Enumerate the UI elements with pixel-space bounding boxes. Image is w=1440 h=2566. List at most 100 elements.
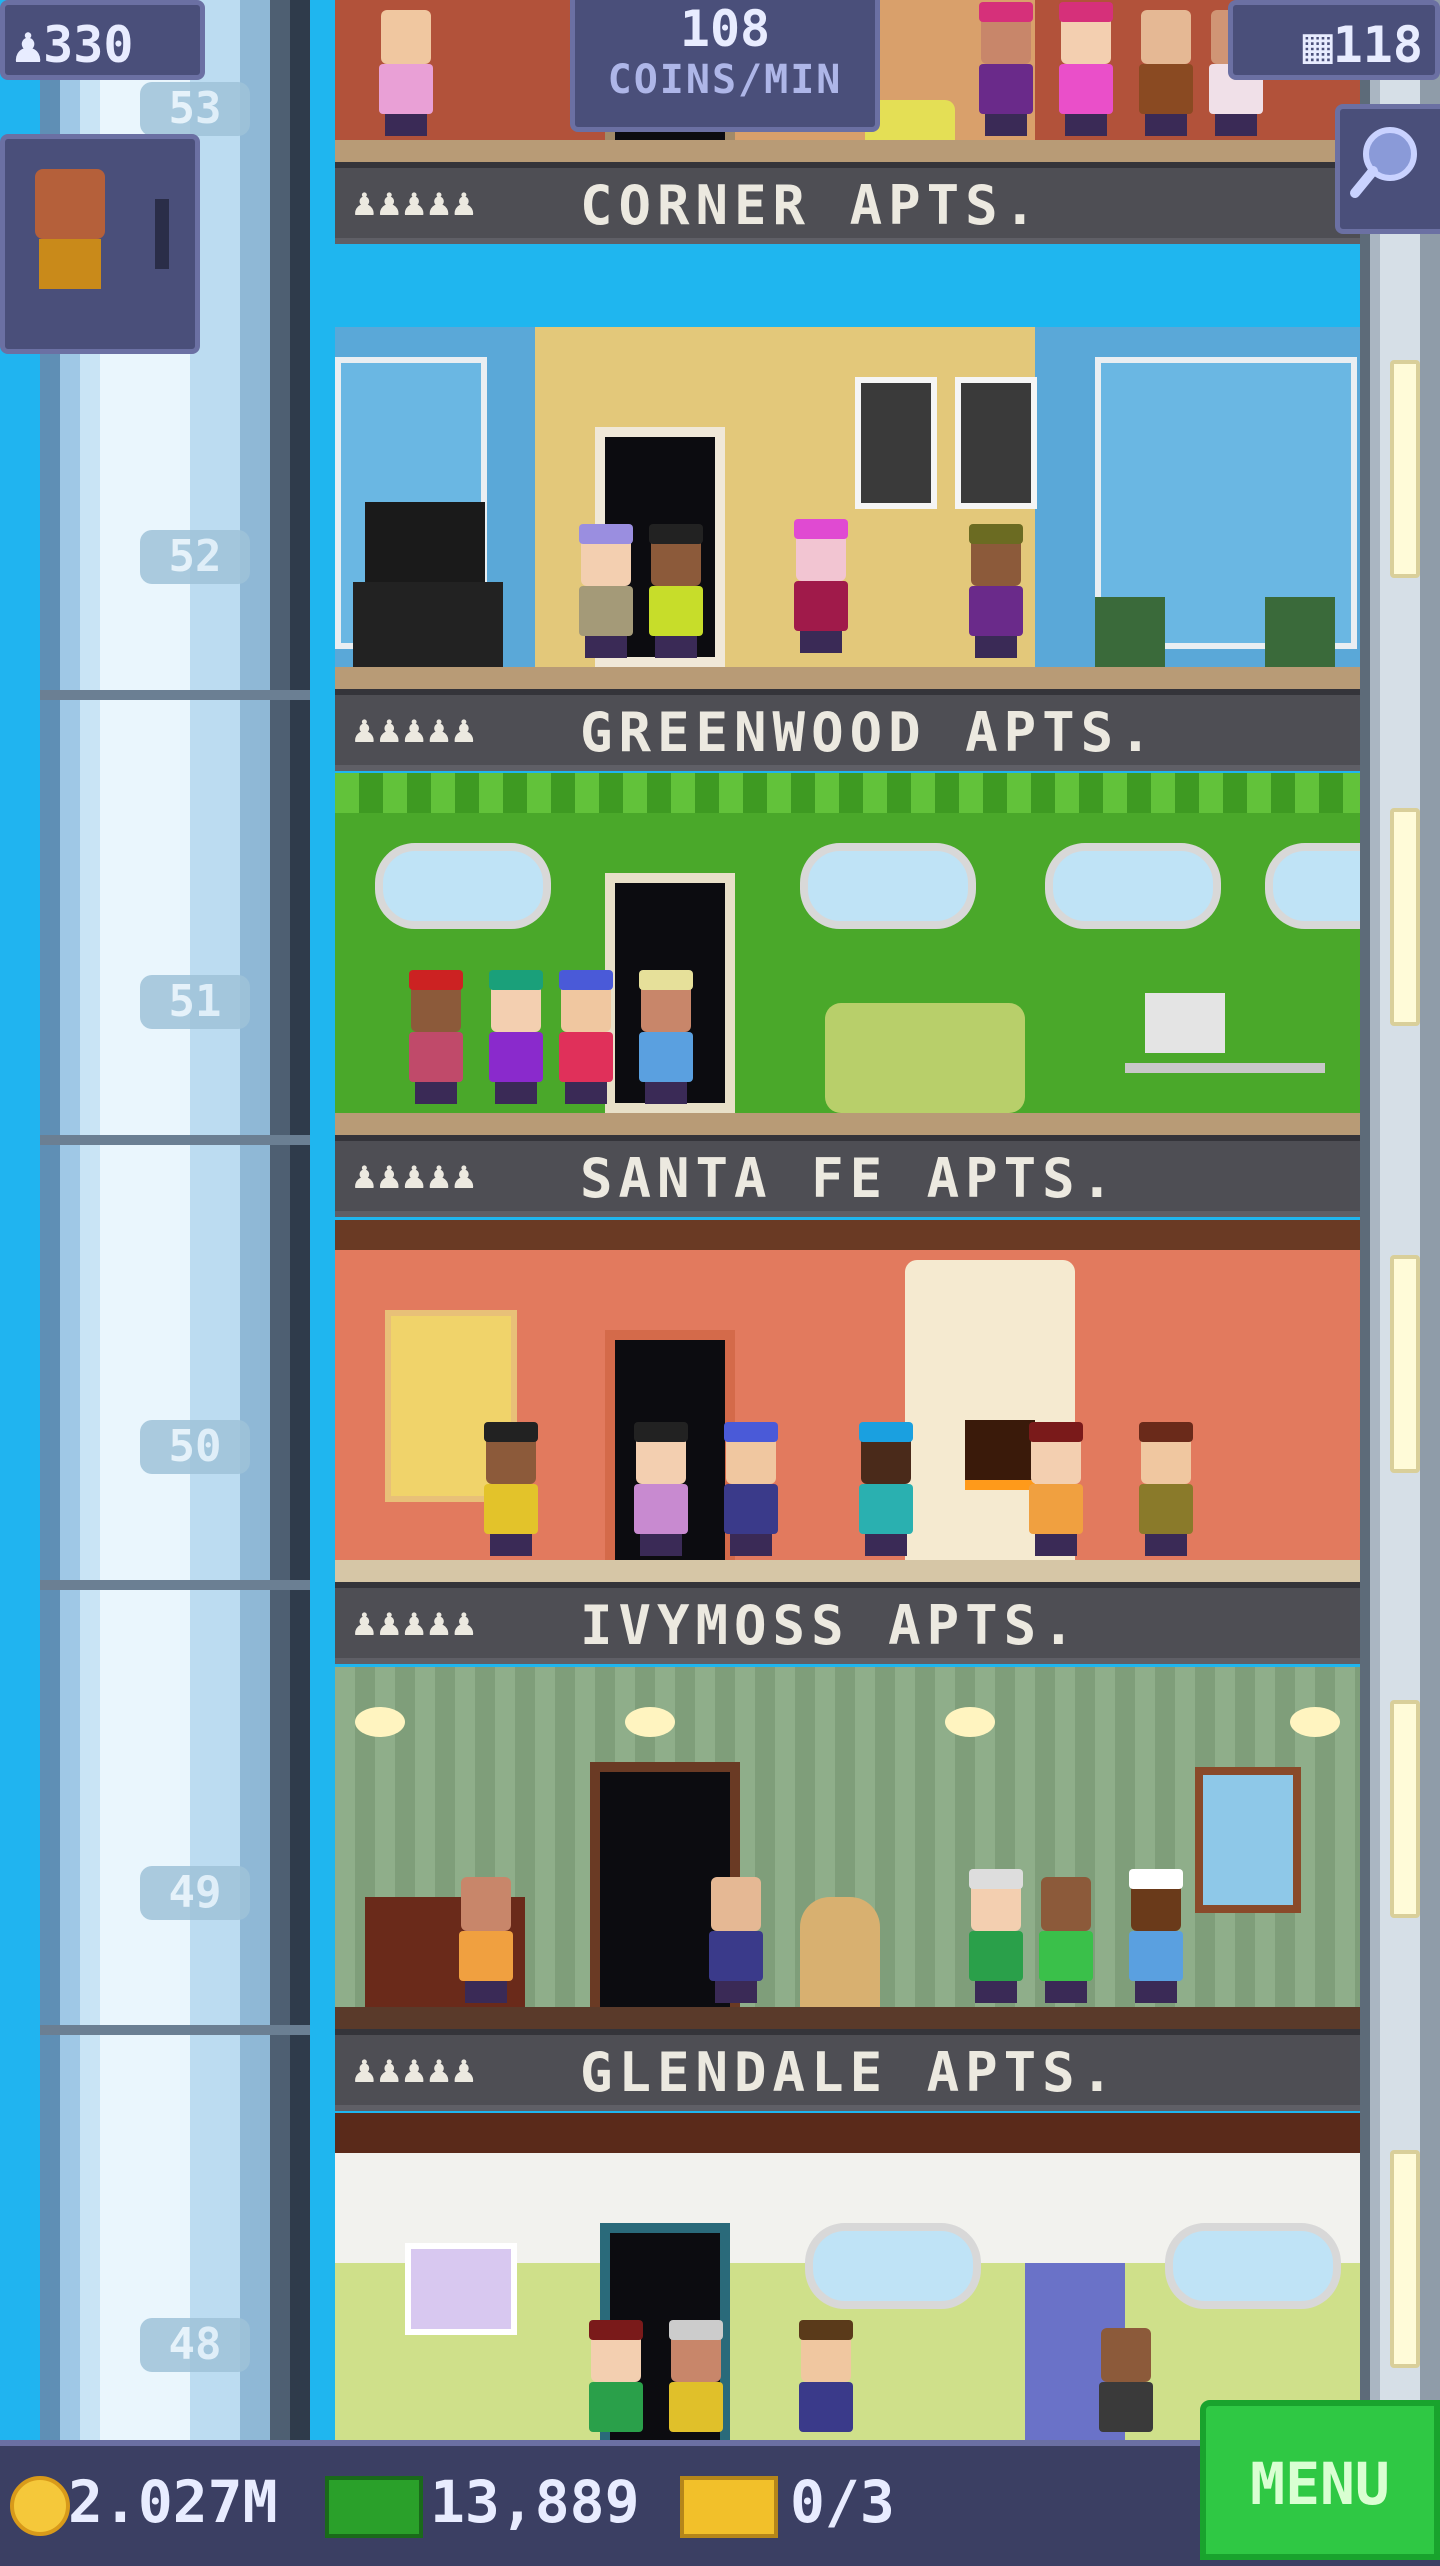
- cash-icon: [325, 2476, 423, 2538]
- pillar-light: [1390, 808, 1420, 1026]
- resident[interactable]: [585, 2320, 647, 2443]
- coins-per-minute-panel[interactable]: 108 COINS/MIN: [570, 0, 880, 132]
- ceiling-lamp: [625, 1707, 675, 1737]
- resident[interactable]: [1135, 10, 1197, 140]
- shaft-beam: [40, 690, 310, 700]
- floor-number: 51: [140, 975, 250, 1029]
- window: [1265, 843, 1360, 929]
- floor-number: 53: [140, 82, 250, 136]
- floor-label-bar[interactable]: ♟♟♟♟♟ SANTA FE APTS.: [335, 1135, 1360, 1217]
- resident[interactable]: [375, 10, 437, 140]
- resident[interactable]: [720, 1422, 782, 1560]
- floor-name: SANTA FE APTS.: [580, 1147, 1120, 1210]
- resident[interactable]: [405, 970, 467, 1108]
- floor-name: CORNER APTS.: [580, 174, 1043, 237]
- picture-frame: [405, 2243, 517, 2335]
- floor-label-bar[interactable]: ♟♟♟♟♟ GLENDALE APTS.: [335, 2029, 1360, 2111]
- floor-label-bar[interactable]: ♟♟♟♟♟ IVYMOSS APTS.: [335, 1582, 1360, 1664]
- tickets-value[interactable]: 0/3: [790, 2468, 895, 2536]
- window: [375, 843, 551, 929]
- floor-52[interactable]: ♟♟♟♟♟ GREENWOOD APTS.: [335, 327, 1360, 777]
- sky-background: [0, 0, 40, 2440]
- coins-per-minute-value: 108: [679, 0, 771, 58]
- picture-frame: [955, 377, 1037, 509]
- floor-number: 50: [140, 1420, 250, 1474]
- resident[interactable]: [795, 2320, 857, 2443]
- sofa: [825, 1003, 1025, 1113]
- resident[interactable]: [630, 1422, 692, 1560]
- floor-count-value: 118: [1332, 16, 1423, 74]
- building-icon: ▦: [1302, 16, 1333, 74]
- resident[interactable]: [455, 1877, 517, 2007]
- exclamation-icon: [155, 199, 169, 269]
- shaft-beam: [40, 2025, 310, 2035]
- population-counter[interactable]: ♟330: [0, 0, 205, 80]
- floor-50[interactable]: ♟♟♟♟♟ IVYMOSS APTS.: [335, 1220, 1360, 1670]
- pillar-light: [1390, 1700, 1420, 1918]
- resident[interactable]: [975, 2, 1037, 140]
- visitor-avatar-body: [39, 239, 101, 289]
- floor-name: GREENWOOD APTS.: [580, 701, 1158, 764]
- jukebox: [800, 1897, 880, 2007]
- occupancy-dots: ♟♟♟♟♟: [353, 707, 478, 751]
- menu-label: MENU: [1250, 2450, 1390, 2518]
- resident[interactable]: [480, 1422, 542, 1560]
- floor-49[interactable]: ♟♟♟♟♟ GLENDALE APTS.: [335, 1667, 1360, 2117]
- resident[interactable]: [1135, 1422, 1197, 1560]
- room: [335, 1667, 1360, 2027]
- resident[interactable]: [575, 524, 637, 662]
- elevator-shaft[interactable]: [40, 0, 310, 2440]
- picture-frame: [855, 377, 937, 509]
- chair: [1095, 597, 1165, 667]
- resident[interactable]: [705, 1877, 767, 2007]
- floor-name: IVYMOSS APTS.: [580, 1594, 1081, 1657]
- floor-48[interactable]: [335, 2113, 1360, 2443]
- floor-label-bar[interactable]: ♟♟♟♟♟ GREENWOOD APTS.: [335, 689, 1360, 771]
- resident[interactable]: [855, 1422, 917, 1560]
- resident[interactable]: [485, 970, 547, 1108]
- bux-value[interactable]: 13,889: [430, 2468, 640, 2536]
- occupancy-dots: ♟♟♟♟♟: [353, 2047, 478, 2091]
- room: [335, 1220, 1360, 1580]
- coins-value[interactable]: 2.027M: [68, 2468, 278, 2536]
- floor-number: 48: [140, 2318, 250, 2372]
- resident[interactable]: [1035, 1877, 1097, 2007]
- resident[interactable]: [1095, 2328, 1157, 2443]
- coins-per-minute-unit: COINS/MIN: [607, 57, 843, 103]
- ceiling-lamp: [355, 1707, 405, 1737]
- resident[interactable]: [965, 1869, 1027, 2007]
- floor-51[interactable]: ♟♟♟♟♟ SANTA FE APTS.: [335, 773, 1360, 1223]
- visitor-notification-button[interactable]: [0, 134, 200, 354]
- floor-name: GLENDALE APTS.: [580, 2041, 1120, 2104]
- person-icon: ♟: [13, 16, 44, 74]
- resident[interactable]: [645, 524, 707, 662]
- occupancy-dots: ♟♟♟♟♟: [353, 180, 478, 224]
- chair: [1265, 597, 1335, 667]
- ceiling-lamp: [945, 1707, 995, 1737]
- resident[interactable]: [635, 970, 697, 1108]
- window: [805, 2223, 981, 2309]
- resident[interactable]: [555, 970, 617, 1108]
- pillar-light: [1390, 1255, 1420, 1473]
- ceiling-lamp: [1290, 1707, 1340, 1737]
- menu-button[interactable]: MENU: [1200, 2400, 1440, 2560]
- population-value: 330: [43, 16, 134, 74]
- magnifier-icon: [1350, 127, 1417, 198]
- resident[interactable]: [1055, 2, 1117, 140]
- resident[interactable]: [665, 2320, 727, 2443]
- resident[interactable]: [790, 519, 852, 657]
- computer: [1145, 993, 1225, 1053]
- resident[interactable]: [1025, 1422, 1087, 1560]
- resident[interactable]: [965, 524, 1027, 662]
- resident[interactable]: [1125, 1869, 1187, 2007]
- room: [335, 327, 1360, 687]
- floor-number: 49: [140, 1866, 250, 1920]
- floor-label-bar[interactable]: ♟♟♟♟♟ CORNER APTS.: [335, 162, 1360, 244]
- search-button[interactable]: [1335, 104, 1440, 234]
- ticket-icon: [680, 2476, 778, 2538]
- window: [1195, 1767, 1301, 1913]
- pillar-light: [1390, 360, 1420, 578]
- floor-counter[interactable]: ▦118: [1228, 0, 1440, 80]
- pillar-light: [1390, 2150, 1420, 2368]
- television: [365, 502, 485, 582]
